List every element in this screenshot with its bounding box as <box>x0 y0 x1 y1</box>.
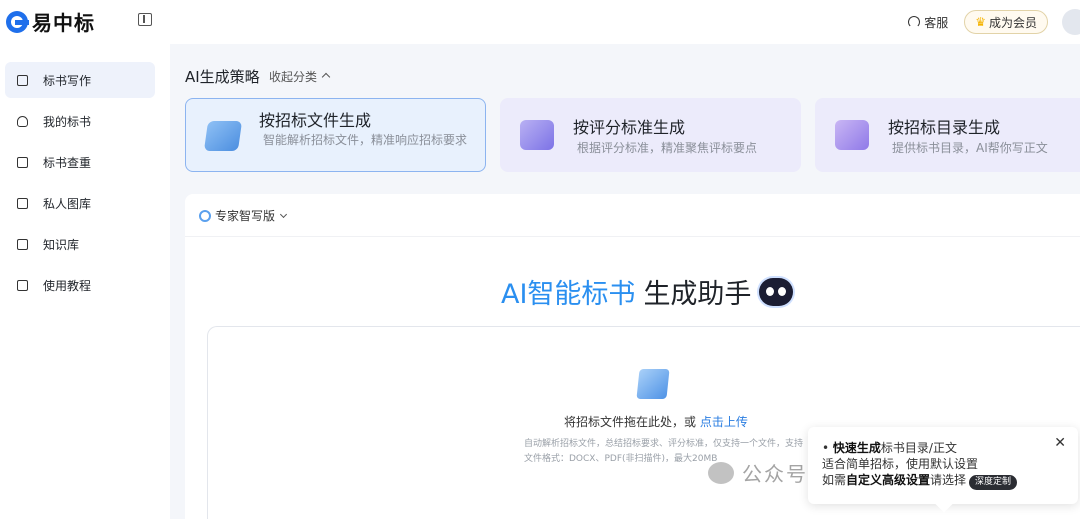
sidebar-item-writing[interactable]: 标书写作 <box>5 62 155 98</box>
tooltip-line-3: 如需自定义高级设置请选择 深度定制 <box>822 472 1064 490</box>
strategy-card-by-catalog[interactable]: 按招标目录生成 提供标书目录，AI帮你写正文 <box>815 98 1080 172</box>
divider <box>185 236 1080 237</box>
mode-selector[interactable]: 专家智写版 <box>199 207 288 224</box>
search-doc-icon <box>835 120 869 150</box>
folder-icon <box>636 369 670 399</box>
logo-icon <box>6 10 29 33</box>
folder-icon <box>17 238 28 250</box>
customer-service-label: 客服 <box>924 15 949 30</box>
headset-icon <box>908 16 921 28</box>
sidebar-item-tutorial[interactable]: 使用教程 <box>5 267 155 303</box>
hero-title-highlight: AI智能标书 <box>501 279 636 310</box>
folder-icon <box>203 121 243 151</box>
upload-link[interactable]: 点击上传 <box>700 415 748 429</box>
gallery-icon <box>17 197 28 209</box>
mode-label: 专家智写版 <box>215 209 276 223</box>
card-title: 按招标目录生成 <box>888 118 1001 137</box>
strategy-card-by-tender-file[interactable]: 按招标文件生成 智能解析招标文件，精准响应招标要求 <box>185 98 486 172</box>
sidebar-item-label: 标书写作 <box>43 73 92 88</box>
logo-text: 易中标 <box>32 11 95 35</box>
wechat-icon <box>708 461 734 484</box>
planet-icon <box>199 209 211 222</box>
header-actions: 客服 ♛ 成为会员 <box>908 0 1080 44</box>
book-icon <box>17 74 28 86</box>
tutorial-icon <box>17 279 28 291</box>
guide-tooltip: ✕ • 快速生成标书目录/正文 适合简单招标，使用默认设置 如需自定义高级设置请… <box>808 427 1078 513</box>
sidebar-item-label: 标书查重 <box>43 155 92 170</box>
card-description: 智能解析招标文件，精准响应招标要求 <box>263 133 468 147</box>
crown-icon: ♛ <box>975 15 986 29</box>
app-logo[interactable]: 易中标 <box>6 7 95 36</box>
hero-title: AI智能标书 生成助手 <box>501 272 794 311</box>
tooltip-line-2: 适合简单招标，使用默认设置 <box>822 457 979 471</box>
tooltip-line-1: • 快速生成标书目录/正文 <box>822 441 957 455</box>
tooltip-line-1-rest: 标书目录/正文 <box>880 441 957 455</box>
sidebar-item-label: 私人图库 <box>43 196 92 211</box>
sidebar: 标书写作 我的标书 标书查重 私人图库 知识库 使用教程 <box>0 44 170 519</box>
customer-service-button[interactable]: 客服 <box>908 14 948 31</box>
top-header: 易中标 客服 ♛ 成为会员 <box>0 0 1080 44</box>
sidebar-item-label: 使用教程 <box>43 278 92 293</box>
sidebar-item-my-bids[interactable]: 我的标书 <box>5 103 155 139</box>
sidebar-item-label: 知识库 <box>43 237 80 252</box>
tooltip-line-1-bold: 快速生成 <box>832 441 881 455</box>
card-title: 按评分标准生成 <box>573 118 686 137</box>
tooltip-line-3-pre: 如需 <box>822 473 847 487</box>
checklist-icon <box>520 120 554 150</box>
card-description: 根据评分标准，精准聚焦评标要点 <box>577 141 758 155</box>
card-description: 提供标书目录，AI帮你写正文 <box>892 141 1048 155</box>
hero-title-rest: 生成助手 <box>643 279 752 310</box>
collapse-category-button[interactable]: 收起分类 <box>269 68 331 85</box>
sidebar-item-gallery[interactable]: 私人图库 <box>5 185 155 221</box>
become-member-button[interactable]: ♛ 成为会员 <box>964 10 1048 34</box>
close-icon[interactable]: ✕ <box>1054 435 1066 451</box>
strategy-card-by-scoring[interactable]: 按评分标准生成 根据评分标准，精准聚焦评标要点 <box>500 98 801 172</box>
deep-custom-badge[interactable]: 深度定制 <box>969 475 1018 490</box>
user-icon <box>17 115 28 127</box>
collapse-category-label: 收起分类 <box>269 70 318 84</box>
chevron-down-icon <box>279 210 288 218</box>
upload-prompt: 将招标文件拖在此处，或 点击上传 <box>564 413 748 430</box>
tooltip-line-3-bold: 自定义高级设置 <box>846 473 931 487</box>
strategy-title: AI生成策略 <box>185 68 260 86</box>
sidebar-toggle-icon[interactable] <box>138 13 152 26</box>
sidebar-item-label: 我的标书 <box>43 114 92 129</box>
check-doc-icon <box>17 156 28 168</box>
robot-icon <box>759 277 794 306</box>
sidebar-item-duplicate-check[interactable]: 标书查重 <box>5 144 155 180</box>
chevron-up-icon <box>321 72 331 82</box>
become-member-label: 成为会员 <box>988 15 1037 30</box>
tooltip-line-3-post: 请选择 <box>930 473 967 487</box>
upload-text: 将招标文件拖在此处，或 <box>564 415 697 429</box>
avatar[interactable] <box>1062 9 1080 35</box>
card-title: 按招标文件生成 <box>259 111 372 130</box>
sidebar-item-knowledge-base[interactable]: 知识库 <box>5 226 155 262</box>
